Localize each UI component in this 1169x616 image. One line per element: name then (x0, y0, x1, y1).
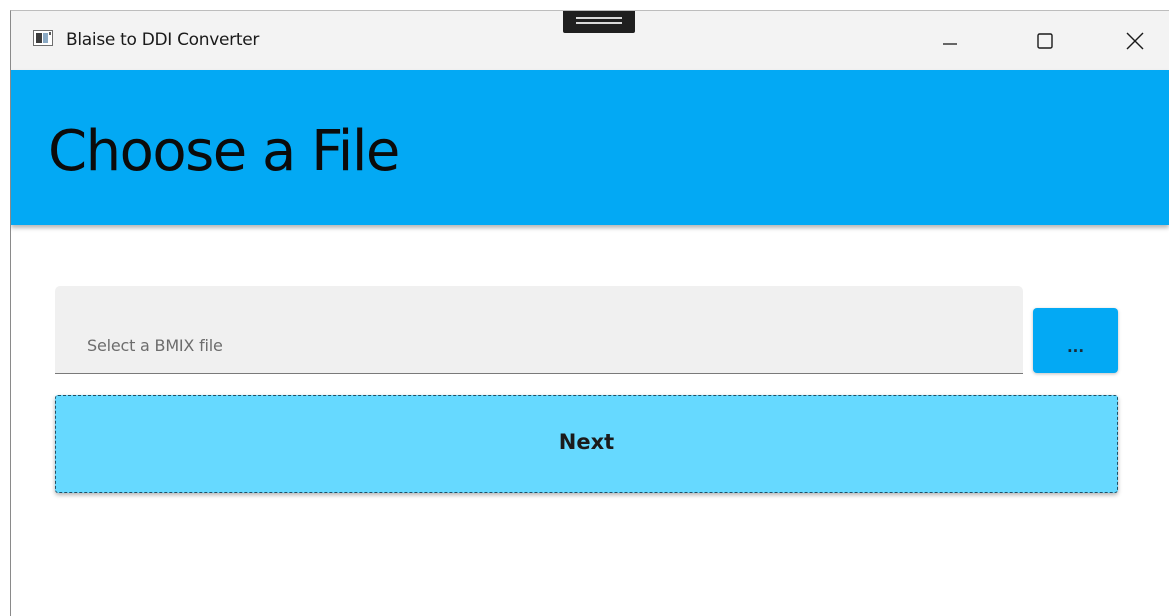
app-window: Blaise to DDI Converter Choose a File Se… (10, 10, 1169, 616)
file-path-field[interactable] (55, 286, 1023, 374)
window-title: Blaise to DDI Converter (66, 30, 260, 50)
title-bar[interactable]: Blaise to DDI Converter (11, 11, 1169, 70)
header-banner: Choose a File (11, 70, 1169, 225)
close-button[interactable] (1105, 11, 1165, 70)
next-button-label: Next (558, 430, 615, 454)
browse-button[interactable]: ... (1033, 308, 1118, 373)
minimize-button[interactable] (920, 11, 980, 70)
page-title: Choose a File (48, 119, 400, 184)
next-button[interactable]: Next (55, 395, 1118, 493)
maximize-icon (1037, 32, 1053, 49)
maximize-button[interactable] (1015, 11, 1075, 70)
minimize-icon (943, 42, 957, 45)
app-icon (33, 30, 53, 46)
close-icon (1126, 32, 1144, 49)
file-path-input[interactable] (55, 286, 1023, 373)
snap-layout-handle[interactable] (563, 11, 635, 33)
